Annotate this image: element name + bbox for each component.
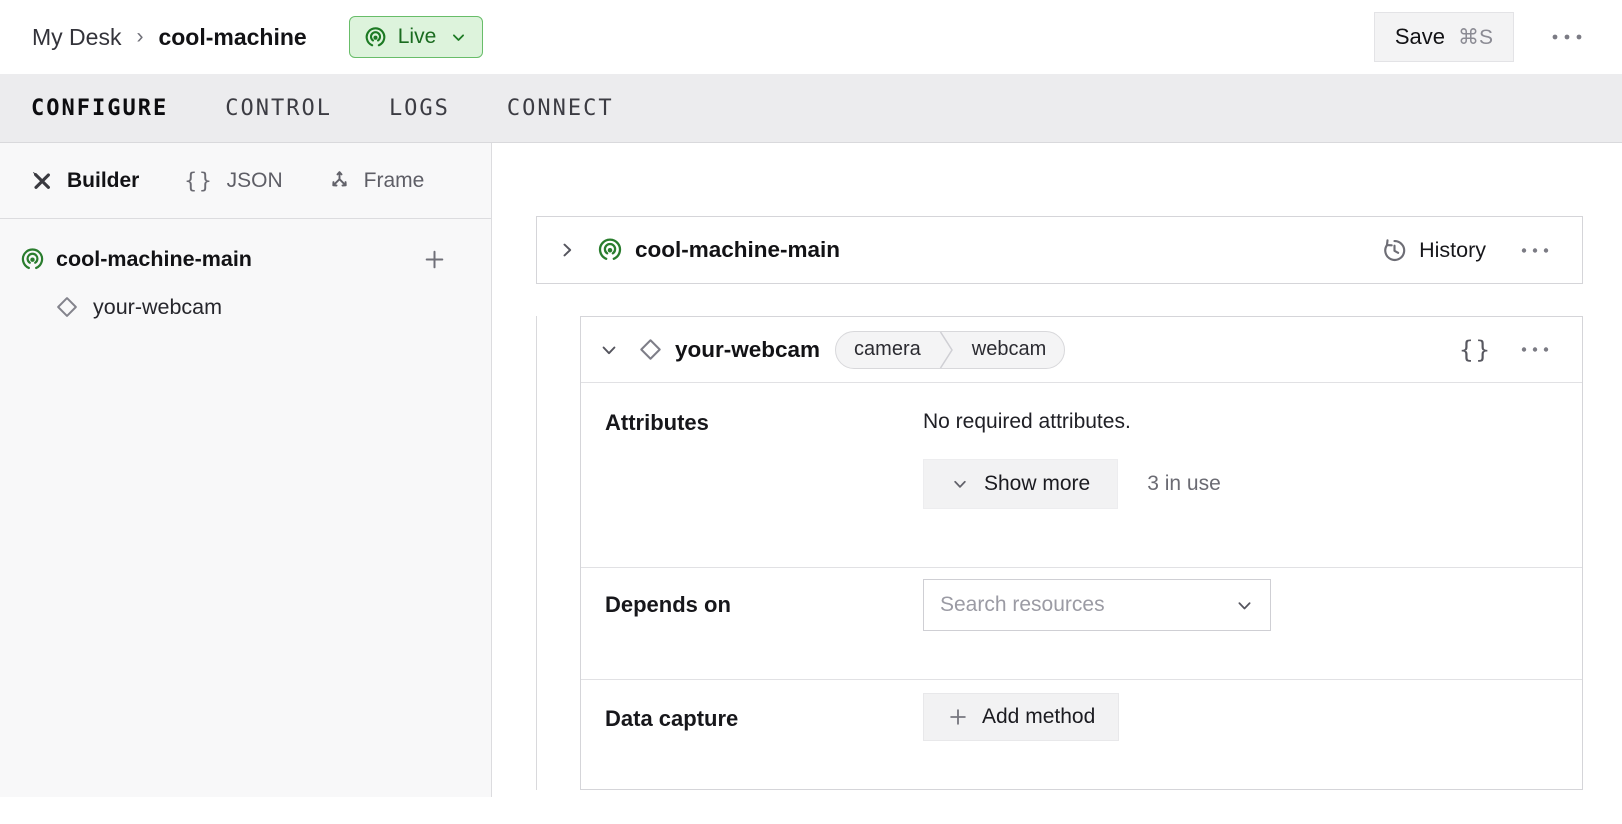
- resource-tree: cool-machine-main your-webcam: [0, 219, 491, 329]
- show-more-button-label: Show more: [984, 472, 1090, 496]
- machine-nav-tabs: CONFIGURE CONTROL LOGS CONNECT: [0, 74, 1622, 143]
- part-card-overflow-menu-button[interactable]: [1514, 241, 1556, 260]
- top-bar: My Desk › cool-machine Live Save ⌘S: [0, 0, 1622, 74]
- component-card-header: your-webcam camera webcam {}: [581, 317, 1582, 383]
- component-diamond-icon: [54, 294, 80, 320]
- depends-on-select-placeholder: Search resources: [940, 593, 1105, 617]
- add-method-button-label: Add method: [982, 705, 1095, 729]
- chevron-down-icon: [599, 340, 619, 360]
- history-button[interactable]: History: [1381, 237, 1486, 264]
- view-tab-json[interactable]: {} JSON: [184, 169, 282, 193]
- sidebar: Builder {} JSON Frame: [0, 143, 492, 797]
- ellipsis-icon: [1520, 247, 1550, 254]
- view-tab-builder[interactable]: Builder: [30, 169, 139, 193]
- breadcrumb-separator: ›: [136, 25, 143, 49]
- chevron-right-icon: [557, 240, 577, 260]
- tree-item-machine-part[interactable]: cool-machine-main: [20, 237, 467, 281]
- topbar-overflow-menu-button[interactable]: [1540, 23, 1594, 51]
- tab-control[interactable]: CONTROL: [225, 96, 332, 121]
- breadcrumb-parent[interactable]: My Desk: [32, 24, 121, 51]
- show-more-button[interactable]: Show more: [923, 459, 1118, 509]
- braces-icon: {}: [184, 169, 213, 193]
- view-tab-json-label: JSON: [227, 169, 283, 193]
- machine-part-card: cool-machine-main History: [536, 216, 1583, 284]
- component-diamond-icon: [637, 336, 664, 363]
- depends-on-section: Depends on Search resources: [581, 568, 1582, 680]
- plus-icon: [947, 706, 969, 728]
- save-shortcut-hint: ⌘S: [1458, 25, 1493, 50]
- depends-on-section-label: Depends on: [605, 579, 923, 679]
- ellipsis-icon: [1520, 346, 1550, 353]
- chip-chevron-separator-icon: [939, 332, 954, 368]
- component-collapse-button[interactable]: [593, 334, 625, 366]
- plus-icon: [422, 247, 447, 272]
- view-tab-frame[interactable]: Frame: [328, 169, 425, 193]
- config-view-switcher: Builder {} JSON Frame: [0, 143, 491, 219]
- component-type-chip: camera webcam: [835, 331, 1065, 369]
- component-type-label: camera: [836, 332, 939, 368]
- tree-item-machine-part-label: cool-machine-main: [56, 247, 252, 272]
- component-json-icon[interactable]: {}: [1459, 336, 1492, 364]
- component-overflow-menu-button[interactable]: [1514, 340, 1556, 359]
- depends-on-select[interactable]: Search resources: [923, 579, 1271, 631]
- chevron-down-icon: [951, 475, 969, 493]
- frame-axes-icon: [328, 169, 351, 192]
- part-card-title: cool-machine-main: [635, 237, 840, 263]
- view-tab-builder-label: Builder: [67, 169, 139, 193]
- attributes-section-label: Attributes: [605, 410, 923, 567]
- history-button-label: History: [1419, 238, 1486, 263]
- chevron-down-icon: [450, 29, 467, 46]
- breadcrumb: My Desk › cool-machine: [32, 24, 307, 51]
- history-clock-icon: [1381, 237, 1408, 264]
- config-main-panel: cool-machine-main History: [492, 143, 1622, 797]
- tree-item-component-label: your-webcam: [93, 295, 222, 320]
- add-resource-button[interactable]: [422, 247, 447, 272]
- breadcrumb-current-machine: cool-machine: [158, 24, 306, 51]
- part-card-expand-button[interactable]: [551, 234, 583, 266]
- save-button-label: Save: [1395, 24, 1445, 50]
- machine-part-icon: [20, 247, 45, 272]
- tree-item-component[interactable]: your-webcam: [20, 285, 467, 329]
- tab-connect[interactable]: CONNECT: [507, 96, 614, 121]
- configure-page-body: Builder {} JSON Frame: [0, 143, 1622, 797]
- tab-configure[interactable]: CONFIGURE: [31, 96, 168, 121]
- component-model-label: webcam: [954, 332, 1064, 368]
- part-children-container: your-webcam camera webcam {}: [536, 316, 1622, 790]
- ellipsis-icon: [1550, 33, 1584, 41]
- attributes-content: No required attributes. Show more 3 in u…: [923, 410, 1221, 567]
- attributes-empty-text: No required attributes.: [923, 410, 1221, 434]
- attributes-actions: Show more 3 in use: [923, 459, 1221, 509]
- status-badge-label: Live: [398, 25, 437, 49]
- builder-tools-icon: [30, 169, 54, 193]
- save-button[interactable]: Save ⌘S: [1374, 12, 1514, 62]
- chevron-down-icon: [1235, 596, 1254, 615]
- data-capture-section: Data capture Add method: [581, 680, 1582, 789]
- data-capture-section-label: Data capture: [605, 693, 923, 789]
- machine-status-badge[interactable]: Live: [349, 16, 484, 58]
- component-card-title: your-webcam: [675, 337, 820, 363]
- attributes-section: Attributes No required attributes. Show …: [581, 383, 1582, 568]
- view-tab-frame-label: Frame: [364, 169, 425, 193]
- add-method-button[interactable]: Add method: [923, 693, 1119, 741]
- tab-logs[interactable]: LOGS: [389, 96, 450, 121]
- broadcast-icon: [364, 26, 387, 49]
- component-card: your-webcam camera webcam {}: [580, 316, 1583, 790]
- machine-part-icon: [597, 237, 623, 263]
- attributes-in-use-count: 3 in use: [1147, 472, 1221, 496]
